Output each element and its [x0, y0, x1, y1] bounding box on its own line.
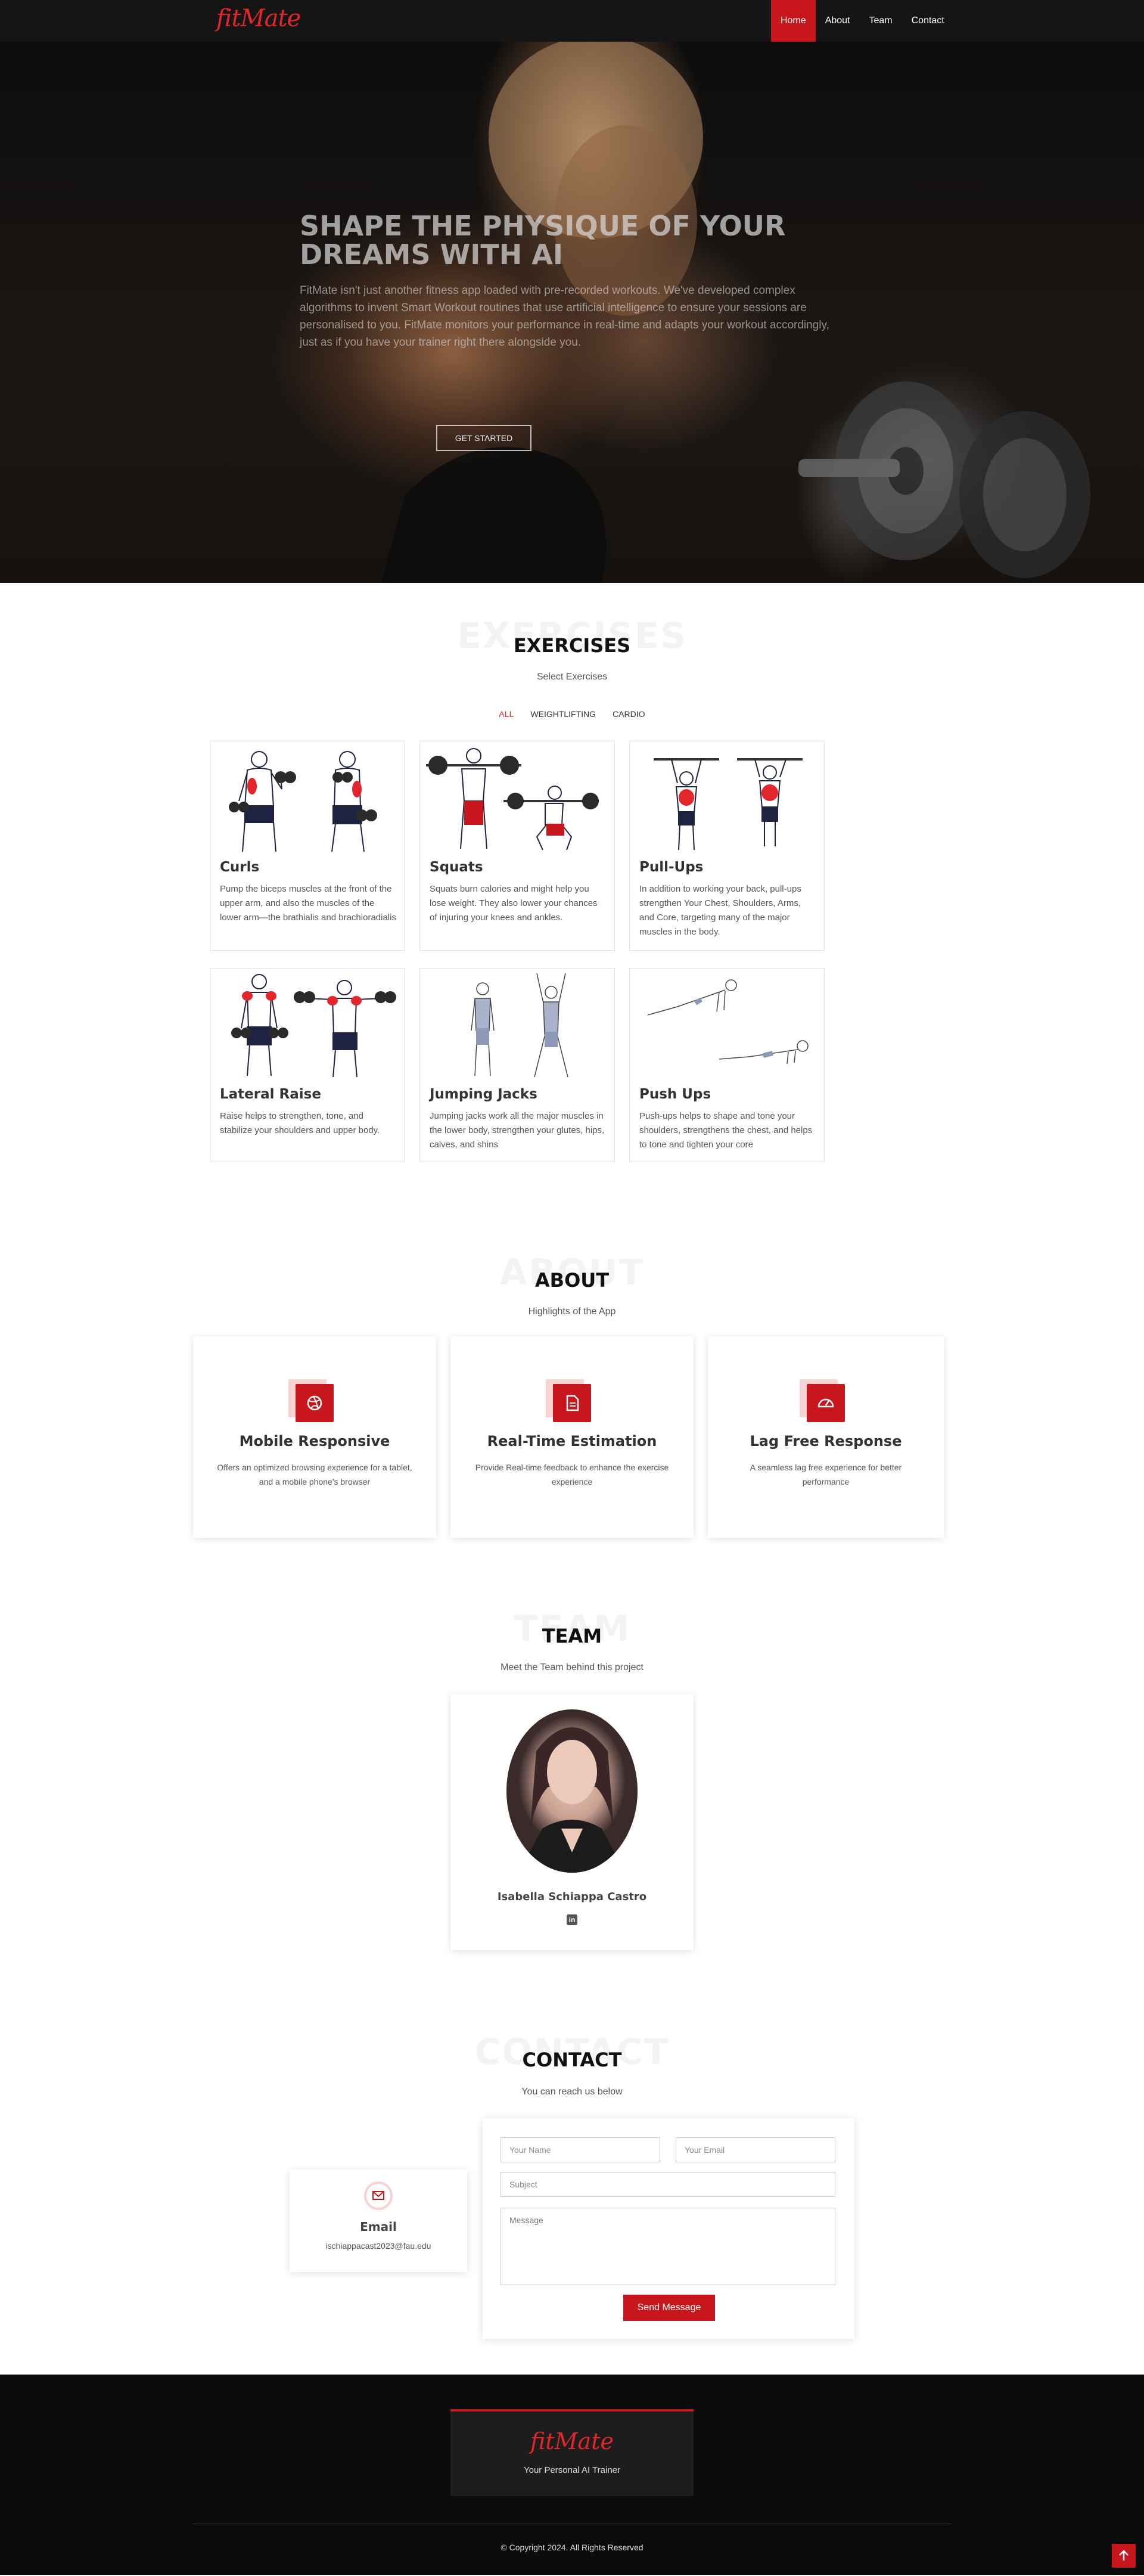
squats-illustration [426, 748, 599, 851]
speedometer-icon [807, 1384, 845, 1422]
message-textarea[interactable] [500, 2208, 835, 2285]
arrow-up-icon [1119, 2550, 1129, 2561]
team-subtitle: Meet the Team behind this project [500, 1662, 644, 1672]
mail-icon [364, 2181, 393, 2210]
get-started-button[interactable]: GET STARTED [436, 425, 531, 451]
about-subtitle: Highlights of the App [528, 1306, 616, 1317]
footer-logo: fitMate [530, 2428, 614, 2454]
name-input[interactable] [500, 2137, 660, 2162]
filter-cardio[interactable]: CARDIO [604, 707, 653, 721]
exercise-name: Pull-Ups [639, 859, 704, 875]
exercises-title: EXERCISES [513, 634, 631, 657]
exercise-description: Squats burn calories and might help you … [430, 884, 598, 923]
exercise-description: Pump the biceps muscles at the front of … [220, 884, 396, 923]
dumbbell-shape [798, 381, 1090, 578]
main-nav: Home About Team Contact [771, 0, 954, 42]
exercise-description: Raise helps to strengthen, tone, and sta… [220, 1111, 380, 1135]
hero-section: SHAPE THE PHYSIQUE OF YOUR DREAMS WITH A… [0, 42, 1144, 583]
pull-ups-illustration [654, 758, 803, 851]
site-footer: fitMate Your Personal AI Trainer © Copyr… [0, 2375, 1144, 2575]
nav-home[interactable]: Home [771, 0, 816, 42]
contact-form: Send Message [483, 2118, 854, 2339]
exercise-description: Push-ups helps to shape and tone your sh… [639, 1111, 813, 1150]
about-title: ABOUT [534, 1269, 610, 1292]
exercise-name: Squats [430, 859, 483, 875]
about-card-title: Real-Time Estimation [487, 1433, 657, 1450]
exercise-description: In addition to working your back, pull-u… [639, 884, 801, 937]
send-message-button[interactable]: Send Message [623, 2295, 715, 2321]
about-card-description: Provide Real-time feedback to enhance th… [475, 1463, 669, 1486]
email-info-card: Email ischiappacast2023@fau.edu [290, 2170, 467, 2272]
curls-illustration [229, 751, 377, 852]
contact-subtitle: You can reach us below [521, 2087, 623, 2097]
exercise-name: Jumping Jacks [430, 1087, 537, 1102]
nav-contact[interactable]: Contact [902, 0, 954, 42]
exercises-subtitle: Select Exercises [536, 672, 608, 682]
hero-description: FitMate isn't just another fitness app l… [300, 284, 829, 349]
email-title: Email [360, 2220, 397, 2234]
exercise-description: Jumping jacks work all the major muscles… [430, 1111, 605, 1150]
filter-weightlifting[interactable]: WEIGHTLIFTING [522, 707, 604, 721]
nav-team[interactable]: Team [860, 0, 902, 42]
about-card-real-time-estimation: Real-Time Estimation Provide Real-time f… [450, 1336, 694, 1538]
about-card-description: Offers an optimized browsing experience … [217, 1463, 412, 1486]
footer-tagline: Your Personal AI Trainer [523, 2465, 621, 2475]
dribbble-icon [296, 1384, 334, 1422]
exercise-card-squats[interactable]: Squats Squats burn calories and might he… [419, 741, 615, 951]
email-input[interactable] [676, 2137, 835, 2162]
hero-content: SHAPE THE PHYSIQUE OF YOUR DREAMS WITH A… [300, 212, 836, 351]
subject-input[interactable] [500, 2172, 835, 2197]
contact-title: CONTACT [522, 2049, 622, 2071]
about-card-title: Mobile Responsive [239, 1433, 390, 1450]
filter-all[interactable]: ALL [490, 707, 522, 721]
exercise-card-jumping-jacks[interactable]: Jumping Jacks Jumping jacks work all the… [419, 968, 615, 1162]
about-card-lag-free-response: Lag Free Response A seamless lag free ex… [708, 1336, 944, 1538]
exercise-name: Lateral Raise [220, 1087, 321, 1102]
nav-about[interactable]: About [816, 0, 860, 42]
email-address[interactable]: ischiappacast2023@fau.edu [290, 2241, 467, 2251]
push-ups-illustration [647, 979, 809, 1064]
exercise-card-curls[interactable]: Curls Pump the biceps muscles at the fro… [210, 741, 405, 951]
lateral-raise-illustration [231, 974, 396, 1078]
team-member-card: Isabella Schiappa Castro in [450, 1694, 694, 1950]
team-member-name: Isabella Schiappa Castro [497, 1891, 647, 1903]
copyright-text: © Copyright 2024. All Rights Reserved [500, 2543, 644, 2552]
exercise-card-pull-ups[interactable]: Pull-Ups In addition to working your bac… [629, 741, 825, 951]
jumping-jacks-illustration [471, 973, 568, 1078]
linkedin-icon[interactable]: in [567, 1914, 577, 1925]
site-header: fitMate Home About Team Contact [0, 0, 1144, 42]
hero-title: SHAPE THE PHYSIQUE OF YOUR DREAMS WITH A… [300, 210, 786, 271]
exercise-name: Curls [220, 859, 260, 875]
avatar [506, 1709, 638, 1873]
exercise-name: Push Ups [639, 1087, 711, 1102]
back-to-top-button[interactable] [1112, 2544, 1136, 2568]
exercise-card-push-ups[interactable]: Push Ups Push-ups helps to shape and ton… [629, 968, 825, 1162]
about-card-mobile-responsive: Mobile Responsive Offers an optimized br… [193, 1336, 436, 1538]
exercise-filters: ALL WEIGHTLIFTING CARDIO [0, 707, 1144, 721]
about-card-description: A seamless lag free experience for bette… [750, 1463, 902, 1486]
footer-brand-box: fitMate Your Personal AI Trainer [450, 2409, 694, 2496]
about-card-title: Lag Free Response [750, 1433, 902, 1450]
document-icon [553, 1384, 591, 1422]
exercise-card-lateral-raise[interactable]: Lateral Raise Raise helps to strengthen,… [210, 968, 405, 1162]
brand-logo[interactable]: fitMate [216, 5, 301, 32]
team-title: TEAM [542, 1625, 602, 1647]
